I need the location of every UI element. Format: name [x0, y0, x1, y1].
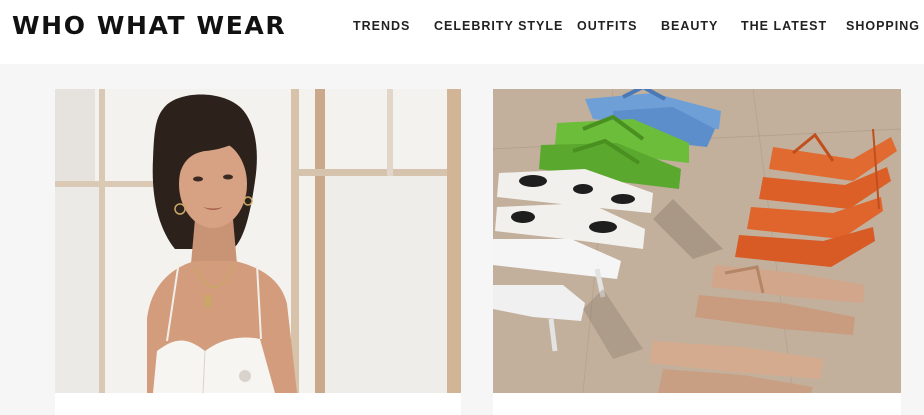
- nav-item-shopping[interactable]: SHOPPING: [846, 19, 920, 33]
- article-card[interactable]: [493, 89, 901, 415]
- site-logo[interactable]: WHO WHAT WEAR: [12, 11, 286, 40]
- article-image-woman[interactable]: [55, 89, 461, 393]
- nav-item-outfits[interactable]: OUTFITS: [577, 19, 637, 33]
- nav-item-beauty[interactable]: BEAUTY: [661, 19, 718, 33]
- nav-item-trends[interactable]: TRENDS: [353, 19, 410, 33]
- nav-item-celebrity-style[interactable]: CELEBRITY STYLE: [434, 19, 563, 33]
- nav-item-the-latest[interactable]: THE LATEST: [741, 19, 827, 33]
- article-image-sandals[interactable]: [493, 89, 901, 393]
- site-header: WHO WHAT WEAR TRENDS CELEBRITY STYLE OUT…: [0, 0, 924, 64]
- article-grid: [0, 64, 924, 415]
- article-caption-area: [55, 393, 461, 415]
- article-caption-area: [493, 393, 901, 415]
- article-card[interactable]: [55, 89, 461, 415]
